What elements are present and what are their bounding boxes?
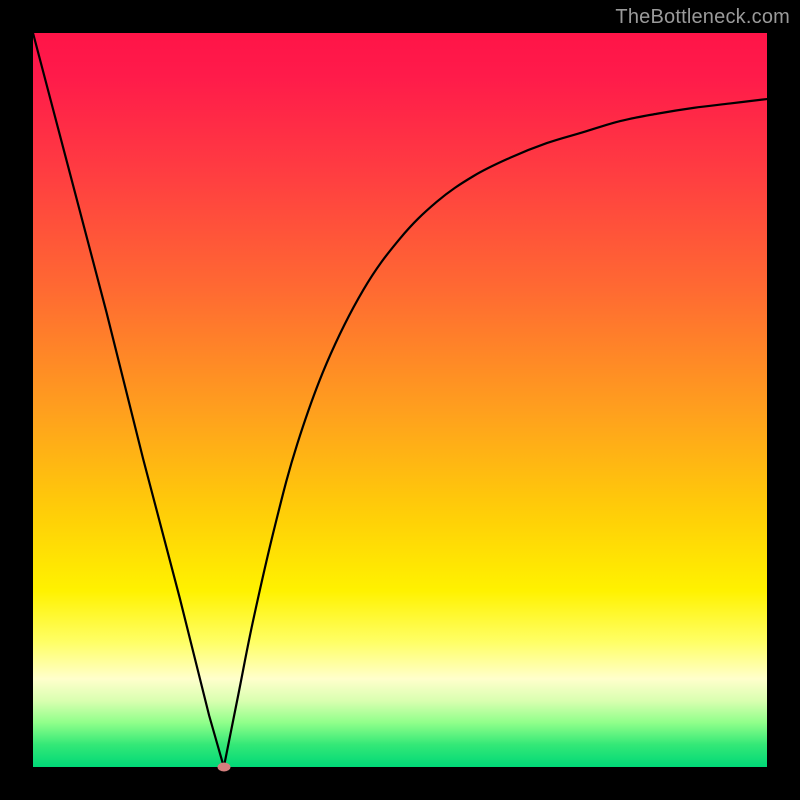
minimum-marker: [217, 763, 230, 772]
curve-right-branch: [224, 99, 767, 767]
bottleneck-curve: [33, 33, 767, 767]
plot-area: [33, 33, 767, 767]
chart-frame: TheBottleneck.com: [0, 0, 800, 800]
curve-left-branch: [33, 33, 224, 767]
watermark-text: TheBottleneck.com: [615, 6, 790, 29]
